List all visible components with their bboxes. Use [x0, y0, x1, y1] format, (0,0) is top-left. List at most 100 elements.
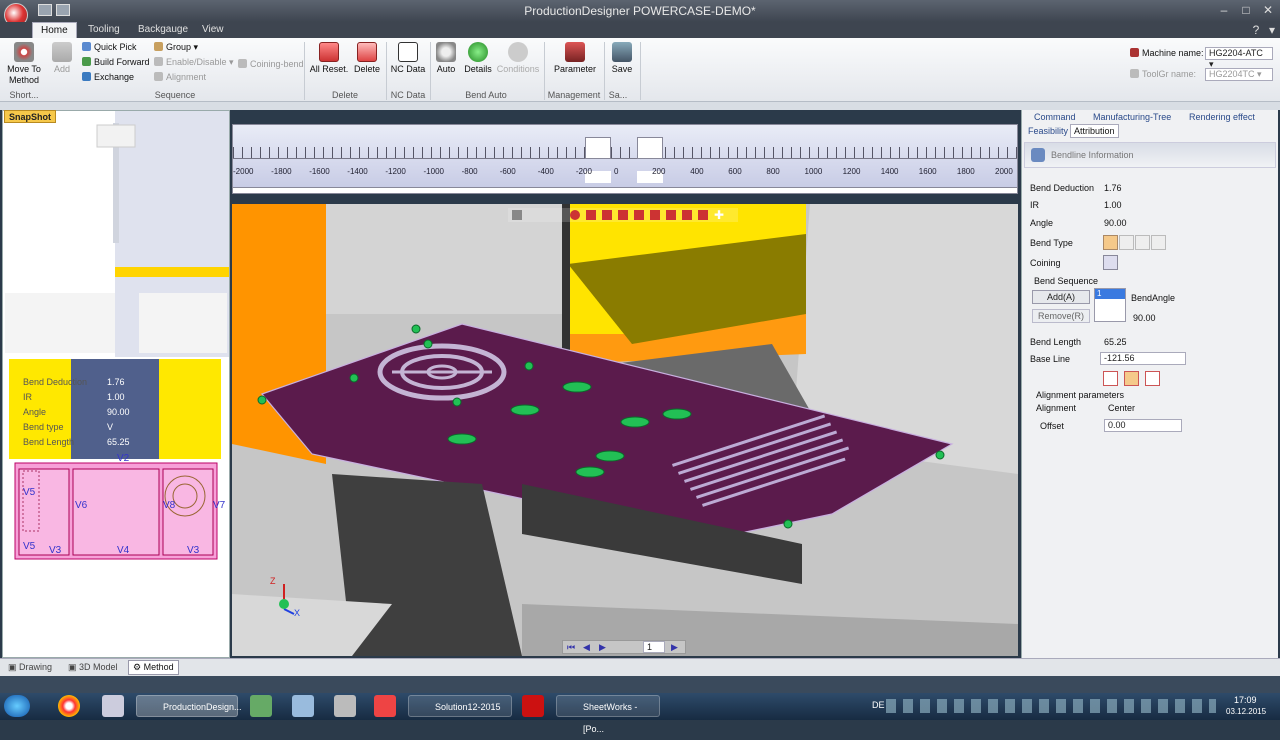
align-right-icon[interactable] — [1145, 371, 1160, 386]
bend-type-v-icon[interactable] — [1103, 235, 1118, 250]
conditions-button[interactable]: Conditions — [496, 38, 540, 75]
tab-attribution[interactable]: Attribution — [1070, 124, 1119, 138]
app-doc-icon[interactable] — [292, 695, 314, 717]
enable-disable-dropdown[interactable]: Enable/Disable ▾ — [154, 57, 234, 68]
alignment-button[interactable]: Alignment — [154, 72, 206, 82]
clock-date[interactable]: 03.12.2015 — [1226, 707, 1266, 716]
add-sequence-button[interactable]: Add(A) — [1032, 290, 1090, 304]
title-bar: ProductionDesigner POWERCASE-DEMO* – □ ✕ — [0, 0, 1280, 27]
tab-rendering-effect[interactable]: Rendering effect — [1189, 112, 1255, 122]
maximize-button[interactable]: □ — [1238, 2, 1254, 18]
clock-time[interactable]: 17:09 — [1234, 695, 1257, 705]
exchange-icon — [82, 72, 91, 81]
tab-3d-model[interactable]: ▣ 3D Model — [68, 662, 118, 673]
view-right-icon[interactable] — [682, 210, 692, 220]
minimize-button[interactable]: – — [1216, 2, 1232, 18]
snap-bend-deduction-value: 1.76 — [107, 377, 125, 387]
view-left-icon[interactable] — [698, 210, 708, 220]
bend-deduction-value[interactable]: 1.76 — [1104, 183, 1122, 193]
parameter-button[interactable]: Parameter — [550, 38, 600, 75]
angle-value[interactable]: 90.00 — [1104, 218, 1127, 228]
chrome-icon[interactable] — [58, 695, 80, 717]
ribbon-minimize-icon[interactable]: ▾ — [1264, 22, 1280, 38]
toolgr-name-select[interactable]: HG2204TC ▾ — [1205, 68, 1273, 81]
app-cube-icon[interactable] — [250, 695, 272, 717]
offset-field[interactable]: 0.00 — [1104, 419, 1182, 432]
acrobat-icon[interactable] — [522, 695, 544, 717]
step-next-icon[interactable]: ▶ — [599, 642, 606, 653]
bend-type-u-icon[interactable] — [1119, 235, 1134, 250]
close-button[interactable]: ✕ — [1260, 2, 1276, 18]
align-center-icon[interactable] — [1124, 371, 1139, 386]
machine-name-select[interactable]: HG2204-ATC ▾ — [1205, 47, 1273, 69]
tab-backgauge[interactable]: Backgauge — [130, 22, 196, 38]
details-button[interactable]: Details — [462, 38, 494, 75]
system-tray-icons[interactable] — [886, 699, 1216, 713]
view-render-icon[interactable] — [570, 210, 580, 220]
bend-length-value[interactable]: 65.25 — [1104, 337, 1127, 347]
app-red-icon[interactable] — [374, 695, 396, 717]
step-play-icon[interactable]: ▶ — [671, 642, 678, 653]
view-bottom-icon[interactable] — [666, 210, 676, 220]
bend-type-hem-icon[interactable] — [1135, 235, 1150, 250]
step-page-field[interactable]: 1 — [643, 641, 665, 653]
3d-viewport[interactable]: Z X ✚ ⏮ ◀ ▶ 1 ▶ — [232, 204, 1018, 656]
all-reset-button[interactable]: All Reset. — [308, 38, 350, 75]
delete-button[interactable]: Delete — [350, 38, 384, 75]
coining-bend-button[interactable]: Coining-bend — [238, 59, 304, 69]
tab-tooling[interactable]: Tooling — [80, 22, 128, 38]
help-icon[interactable]: ? — [1248, 22, 1264, 38]
view-side-icon[interactable] — [634, 210, 644, 220]
remove-sequence-button[interactable]: Remove(R) — [1032, 309, 1090, 323]
view-iso-icon[interactable] — [586, 210, 596, 220]
tab-view[interactable]: View — [194, 22, 232, 38]
app-px-icon[interactable] — [102, 695, 124, 717]
app-dx-icon[interactable] — [334, 695, 356, 717]
view-cursor-icon[interactable] — [512, 210, 522, 220]
bend-angle-value[interactable]: 90.00 — [1133, 313, 1156, 323]
tab-drawing[interactable]: ▣ Drawing — [8, 662, 52, 673]
ir-value[interactable]: 1.00 — [1104, 200, 1122, 210]
snap-bend-length-label: Bend Length — [23, 437, 75, 447]
start-button-icon[interactable] — [4, 695, 30, 717]
base-line-field[interactable]: -121.56 — [1100, 352, 1186, 365]
alignment-value[interactable]: Center — [1108, 403, 1135, 413]
tab-feasibility[interactable]: Feasibility — [1028, 126, 1068, 136]
view-top-icon[interactable] — [618, 210, 628, 220]
sequence-list-item[interactable]: 1 — [1095, 289, 1125, 299]
quick-pick-button[interactable]: Quick Pick — [82, 42, 137, 52]
auto-button[interactable]: Auto — [432, 38, 460, 75]
taskbar-solution-folder[interactable]: Solution12-2015 — [408, 695, 512, 717]
group-dropdown[interactable]: Group ▾ — [154, 42, 198, 53]
step-first-icon[interactable]: ⏮ — [567, 642, 575, 653]
add-button[interactable]: Add — [48, 38, 76, 75]
coining-toggle-icon[interactable] — [1103, 255, 1118, 270]
left-gauge-finger[interactable] — [585, 137, 611, 159]
ruler-scrollbar[interactable] — [233, 187, 1017, 193]
tab-manufacturing-tree[interactable]: Manufacturing-Tree — [1093, 112, 1171, 122]
align-left-icon[interactable] — [1103, 371, 1118, 386]
tab-home[interactable]: Home — [32, 22, 77, 38]
right-gauge-finger[interactable] — [637, 137, 663, 159]
ruler-tick-label: 400 — [690, 167, 704, 176]
nc-data-button[interactable]: NC Data — [388, 38, 428, 75]
ruler-tick-label: -1600 — [309, 167, 330, 176]
view-front-icon[interactable] — [602, 210, 612, 220]
snap-bend-type-value: V — [107, 422, 114, 432]
sequence-list[interactable]: 1 — [1094, 288, 1126, 322]
step-prev-icon[interactable]: ◀ — [583, 642, 590, 653]
taskbar-sheetworks[interactable]: SheetWorks - [Po... — [556, 695, 660, 734]
move-to-method-button[interactable]: Move To Method — [2, 38, 46, 86]
backgauge-ruler[interactable]: -2000 -1800 -1600 -1400 -1200 -1000 -800 -600 -4… — [232, 124, 1018, 194]
save-button[interactable]: Save — [608, 38, 636, 75]
build-forward-button[interactable]: Build Forward — [82, 57, 150, 67]
snapshot-tab[interactable]: SnapShot — [4, 110, 56, 123]
bend-type-offset-icon[interactable] — [1151, 235, 1166, 250]
taskbar-productiondesigner[interactable]: ProductionDesign... — [136, 695, 242, 717]
exchange-button[interactable]: Exchange — [82, 72, 134, 82]
language-indicator[interactable]: DE — [872, 700, 885, 710]
view-zoom-plus-icon[interactable]: ✚ — [714, 208, 724, 222]
view-back-icon[interactable] — [650, 210, 660, 220]
tab-method[interactable]: ⚙ Method — [128, 660, 179, 675]
tab-command[interactable]: Command — [1034, 112, 1076, 122]
